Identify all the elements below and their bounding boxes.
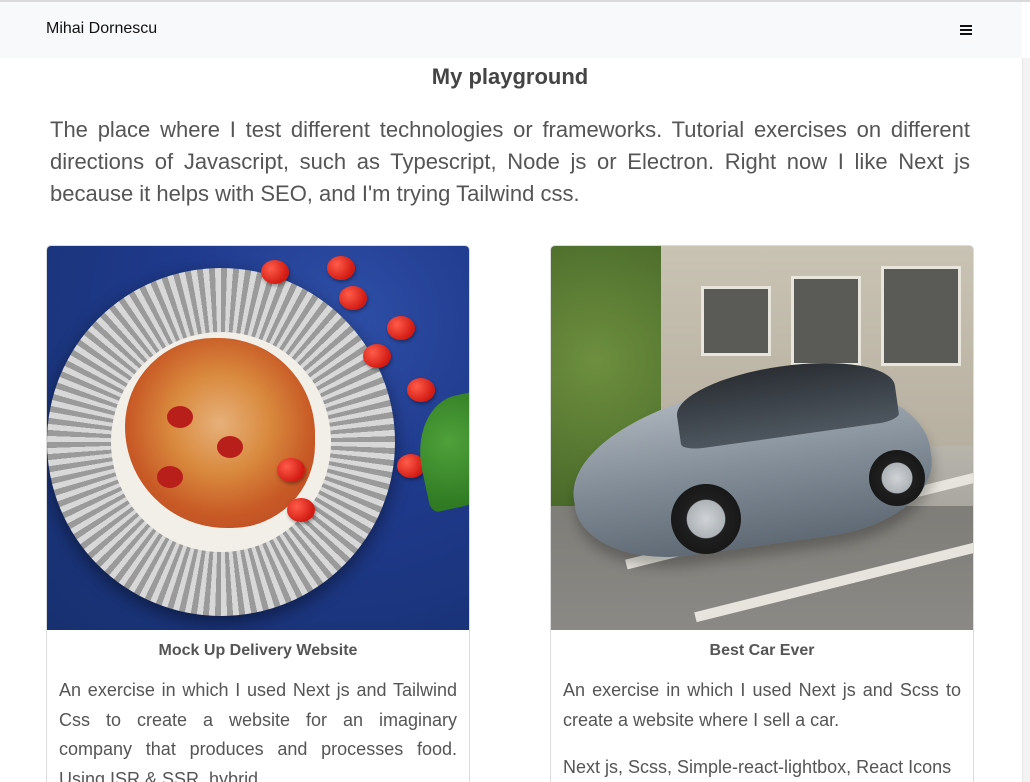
card-tech-stack: Next js, Scss, Simple-react-lightbox, Re… <box>563 757 952 777</box>
card-description: An exercise in which I used Next js and … <box>59 680 457 782</box>
card-title: Best Car Ever <box>709 642 815 659</box>
menu-toggle-button[interactable] <box>952 16 980 44</box>
project-card[interactable]: Mock Up Delivery Website An exercise in … <box>46 245 470 782</box>
project-card[interactable]: Best Car Ever An exercise in which I use… <box>550 245 974 782</box>
intro-paragraph: The place where I test different technol… <box>50 117 970 206</box>
navbar: Mihai Dornescu <box>0 2 1022 58</box>
card-title: Mock Up Delivery Website <box>158 642 358 659</box>
scrollbar[interactable] <box>1022 58 1030 782</box>
car-image[interactable] <box>551 246 973 630</box>
card-description: An exercise in which I used Next js and … <box>563 680 961 730</box>
brand-link[interactable]: Mihai Dornescu <box>46 20 157 38</box>
hamburger-icon <box>960 25 972 35</box>
pasta-image[interactable] <box>47 246 469 630</box>
page-title: My playground <box>431 64 589 89</box>
